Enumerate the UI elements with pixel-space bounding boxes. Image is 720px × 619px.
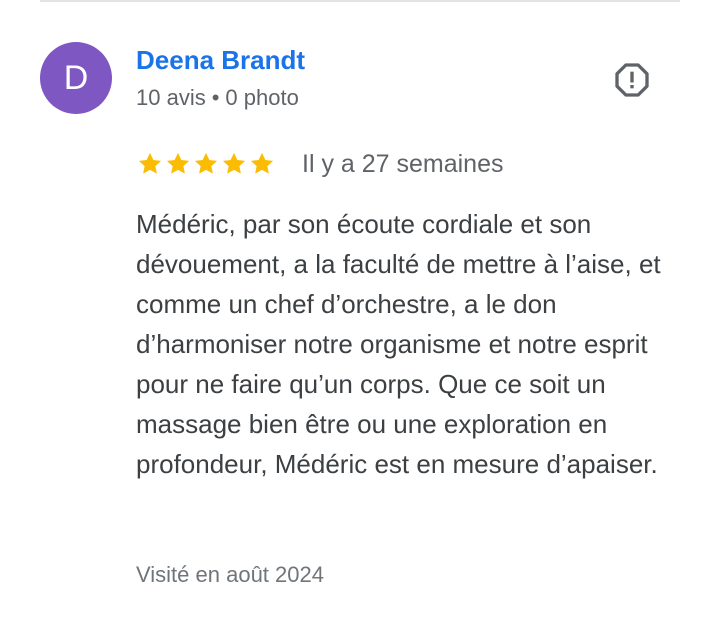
report-flag-icon [612, 60, 652, 105]
star-rating [136, 150, 276, 178]
avatar[interactable]: D [40, 42, 112, 114]
visit-date: Visité en août 2024 [136, 562, 324, 587]
star-icon [136, 150, 164, 178]
star-icon [248, 150, 276, 178]
star-icon [220, 150, 248, 178]
review-text: Médéric, par son écoute cordiale et son … [136, 209, 661, 479]
star-icon [192, 150, 220, 178]
avatar-initial: D [63, 59, 89, 97]
star-icon [164, 150, 192, 178]
review-time: Il y a 27 semaines [302, 149, 504, 178]
author-meta: 10 avis • 0 photo [136, 85, 299, 111]
author-name[interactable]: Deena Brandt [136, 45, 305, 76]
top-divider [40, 0, 680, 2]
meta-separator: • [211, 85, 220, 110]
rating-row: Il y a 27 semaines [136, 148, 504, 180]
reviews-count: 10 avis [136, 85, 206, 110]
photos-count: 0 photo [225, 85, 299, 110]
report-review-button[interactable] [610, 60, 654, 104]
